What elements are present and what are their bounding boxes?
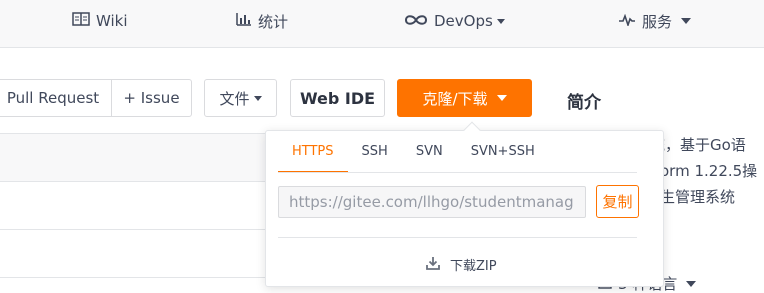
clone-dropdown-panel: HTTPS SSH SVN SVN+SSH 复制 下载ZIP [265, 121, 664, 287]
tab-ssh[interactable]: SSH [348, 139, 402, 173]
intro-description-line: 生管理系统 [660, 188, 736, 206]
nav-stats[interactable]: 统计 [236, 9, 288, 33]
new-issue-button[interactable]: + Issue [112, 80, 191, 116]
download-zip-button[interactable]: 下载ZIP [426, 255, 497, 274]
nav-service-label: 服务 [642, 12, 673, 31]
repo-page: Wiki 统计 DevOps 服务 Pull Request + Issue 文… [0, 0, 764, 293]
protocol-tabs: HTTPS SSH SVN SVN+SSH [278, 139, 549, 173]
tab-https[interactable]: HTTPS [278, 139, 348, 173]
clone-download-button[interactable]: 克隆/下载 [397, 79, 532, 117]
bar-chart-icon [236, 12, 258, 30]
book-icon [72, 12, 96, 30]
clone-url-input[interactable] [278, 186, 586, 218]
tabs-divider [278, 172, 637, 173]
pull-request-button[interactable]: Pull Request [0, 80, 112, 116]
download-icon [426, 256, 450, 274]
intro-description-line: 统，基于Go语 [650, 136, 746, 154]
panel-divider [278, 237, 637, 238]
chevron-down-icon [496, 95, 507, 101]
infinity-icon [404, 12, 434, 30]
pr-issue-button-group: Pull Request + Issue [0, 79, 192, 117]
nav-devops-label: DevOps [434, 12, 493, 30]
nav-devops[interactable]: DevOps [404, 9, 505, 33]
nav-wiki[interactable]: Wiki [72, 9, 128, 33]
web-ide-button[interactable]: Web IDE [290, 79, 385, 117]
repo-nav-bar: Wiki 统计 DevOps 服务 [0, 0, 764, 48]
chevron-down-icon [686, 280, 697, 287]
chevron-down-icon [681, 18, 692, 24]
nav-wiki-label: Wiki [96, 12, 128, 30]
tab-svn[interactable]: SVN [402, 139, 457, 173]
file-dropdown-button[interactable]: 文件 [204, 79, 277, 117]
clone-button-label: 克隆/下载 [422, 89, 488, 108]
intro-title: 简介 [567, 93, 601, 113]
file-button-label: 文件 [219, 89, 250, 108]
intro-description-line: orm 1.22.5操 [660, 162, 758, 180]
nav-service[interactable]: 服务 [618, 9, 692, 33]
chevron-down-icon [253, 95, 262, 101]
chevron-down-icon [496, 18, 505, 24]
dropdown-arrow [463, 121, 481, 139]
download-zip-label: 下载ZIP [450, 259, 497, 274]
tab-svn-ssh[interactable]: SVN+SSH [457, 139, 549, 173]
nav-stats-label: 统计 [258, 12, 289, 31]
pulse-icon [618, 12, 642, 30]
copy-url-button[interactable]: 复制 [596, 185, 639, 218]
